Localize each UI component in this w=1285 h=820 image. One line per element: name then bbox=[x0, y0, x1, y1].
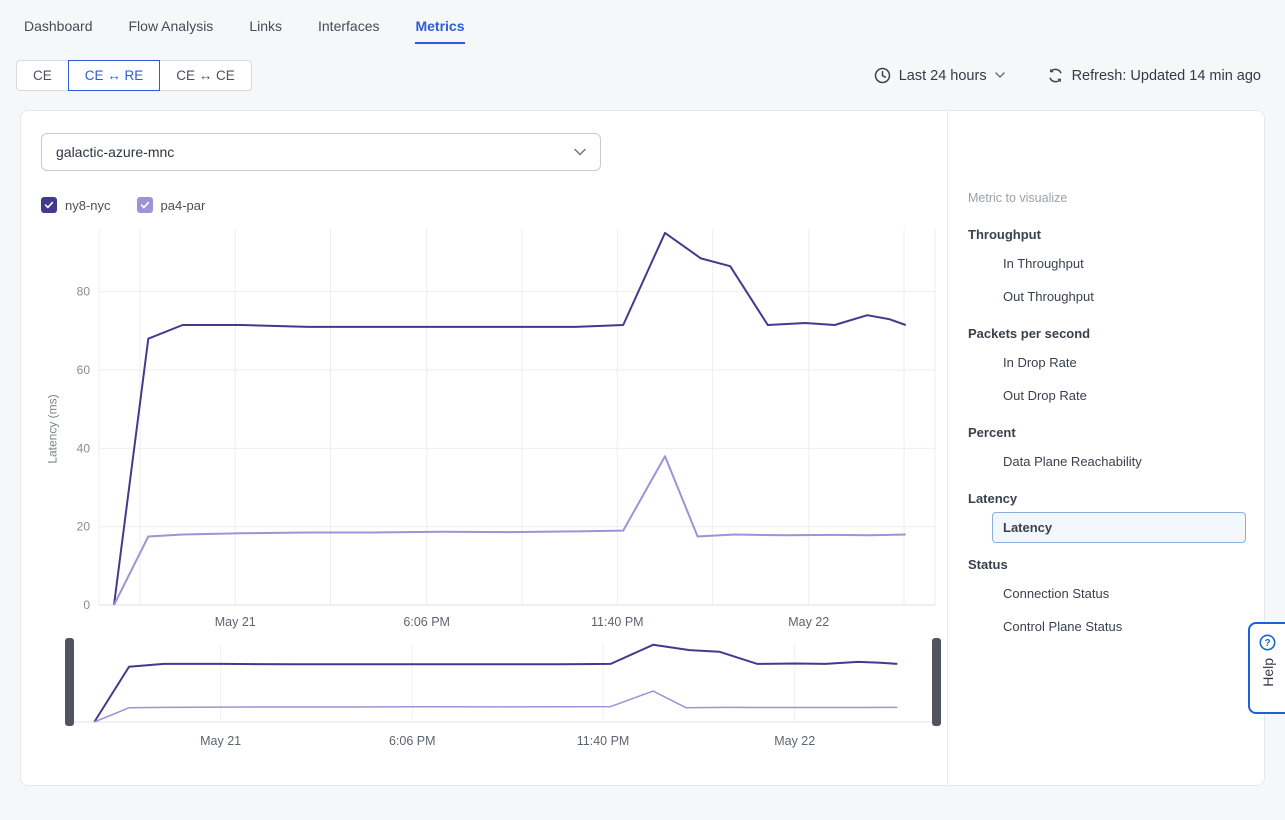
refresh-icon bbox=[1047, 67, 1064, 84]
metric-item-latency[interactable]: Latency bbox=[992, 512, 1246, 543]
help-icon: ? bbox=[1259, 634, 1276, 651]
legend-item-ny8-nyc[interactable]: ny8-nyc bbox=[41, 197, 111, 213]
metric-group-header: Packets per second bbox=[968, 326, 1246, 341]
metric-group-throughput: Throughput In ThroughputOut Throughput bbox=[968, 227, 1246, 312]
svg-text:11:40 PM: 11:40 PM bbox=[577, 734, 630, 748]
metric-item-control-plane-status[interactable]: Control Plane Status bbox=[992, 611, 1246, 642]
svg-text:?: ? bbox=[1264, 638, 1270, 649]
nav-item-interfaces[interactable]: Interfaces bbox=[318, 18, 379, 44]
metric-item-in-drop-rate[interactable]: In Drop Rate bbox=[992, 347, 1246, 378]
brush-handle-left[interactable] bbox=[65, 638, 74, 726]
top-nav: Dashboard Flow Analysis Links Interfaces Met… bbox=[0, 0, 1285, 44]
toolbar-right: Last 24 hours Refresh: Updated 14 min ag… bbox=[874, 67, 1261, 84]
nav-item-flow-analysis[interactable]: Flow Analysis bbox=[129, 18, 214, 44]
series-pa4-par bbox=[114, 456, 906, 605]
legend-item-pa4-par[interactable]: pa4-par bbox=[137, 197, 206, 213]
svg-text:60: 60 bbox=[77, 363, 91, 377]
svg-text:6:06 PM: 6:06 PM bbox=[389, 734, 436, 748]
metric-group-header: Latency bbox=[968, 491, 1246, 506]
y-axis-label: Latency (ms) bbox=[41, 221, 65, 636]
chevron-down-icon bbox=[995, 72, 1005, 79]
brush-container: May 21 6:06 PM 11:40 PM May 22 bbox=[65, 638, 947, 755]
metrics-card: galactic-azure-mnc ny8-nyc pa4-par Latenc… bbox=[20, 110, 1265, 786]
metric-item-out-drop-rate[interactable]: Out Drop Rate bbox=[992, 380, 1246, 411]
nav-item-metrics[interactable]: Metrics bbox=[415, 18, 464, 44]
help-label: Help bbox=[1260, 658, 1276, 687]
series-ny8-nyc bbox=[114, 233, 906, 605]
connector-select[interactable]: galactic-azure-mnc bbox=[41, 133, 601, 171]
segment-ce[interactable]: CE bbox=[16, 60, 69, 91]
page: Dashboard Flow Analysis Links Interfaces Met… bbox=[0, 0, 1285, 786]
time-range-label: Last 24 hours bbox=[899, 68, 987, 84]
svg-text:11:40 PM: 11:40 PM bbox=[591, 615, 644, 629]
segment-ce-re[interactable]: CE ↔ RE bbox=[68, 60, 161, 91]
clock-icon bbox=[874, 67, 891, 84]
metric-item-data-plane-reachability[interactable]: Data Plane Reachability bbox=[992, 446, 1246, 477]
refresh-control[interactable]: Refresh: Updated 14 min ago bbox=[1047, 67, 1261, 84]
legend-label: pa4-par bbox=[161, 198, 206, 213]
chart-panel: galactic-azure-mnc ny8-nyc pa4-par Latenc… bbox=[21, 111, 948, 785]
toolbar: CECE ↔ RECE ↔ CE Last 24 hours bbox=[0, 44, 1285, 91]
metric-group-latency: Latency Latency bbox=[968, 491, 1246, 543]
metric-item-in-throughput[interactable]: In Throughput bbox=[992, 248, 1246, 279]
segment-ce-ce[interactable]: CE ↔ CE bbox=[159, 60, 252, 91]
metric-group-percent: Percent Data Plane Reachability bbox=[968, 425, 1246, 477]
refresh-label: Refresh: Updated 14 min ago bbox=[1072, 68, 1261, 84]
svg-text:0: 0 bbox=[83, 598, 90, 612]
nav-item-dashboard[interactable]: Dashboard bbox=[24, 18, 93, 44]
metric-item-connection-status[interactable]: Connection Status bbox=[992, 578, 1246, 609]
help-tab[interactable]: ? Help bbox=[1248, 622, 1285, 714]
connection-type-segmented: CECE ↔ RECE ↔ CE bbox=[16, 60, 252, 91]
time-range-selector[interactable]: Last 24 hours bbox=[874, 67, 1005, 84]
svg-text:80: 80 bbox=[77, 285, 91, 299]
svg-text:May 21: May 21 bbox=[200, 734, 241, 748]
nav-item-links[interactable]: Links bbox=[249, 18, 282, 44]
connector-select-value: galactic-azure-mnc bbox=[56, 144, 174, 160]
metric-groups: Throughput In ThroughputOut Throughput Pac… bbox=[968, 227, 1246, 642]
y-axis-label-text: Latency (ms) bbox=[46, 394, 60, 463]
metric-group-packets-per-second: Packets per second In Drop RateOut Drop R… bbox=[968, 326, 1246, 411]
svg-text:May 21: May 21 bbox=[215, 615, 256, 629]
latency-chart-container: Latency (ms) 0 20 40 60 80 May 21 6:06 PM 11:40… bbox=[41, 221, 947, 636]
metric-group-header: Percent bbox=[968, 425, 1246, 440]
metric-item-out-throughput[interactable]: Out Throughput bbox=[992, 281, 1246, 312]
svg-text:40: 40 bbox=[77, 441, 91, 455]
checkbox-ny8-nyc[interactable] bbox=[41, 197, 57, 213]
latency-chart[interactable]: 0 20 40 60 80 May 21 6:06 PM 11:40 PM May 22 bbox=[65, 221, 941, 636]
metric-group-header: Status bbox=[968, 557, 1246, 572]
brush-series-ny8-nyc bbox=[94, 645, 897, 722]
brush-handle-right[interactable] bbox=[932, 638, 941, 726]
checkbox-pa4-par[interactable] bbox=[137, 197, 153, 213]
brush-series-pa4-par bbox=[94, 691, 897, 722]
metric-group-status: Status Connection StatusControl Plane Sta… bbox=[968, 557, 1246, 642]
svg-text:20: 20 bbox=[77, 520, 91, 534]
metric-group-header: Throughput bbox=[968, 227, 1246, 242]
svg-text:6:06 PM: 6:06 PM bbox=[403, 615, 450, 629]
chevron-down-icon bbox=[574, 148, 586, 156]
metric-sidebar-title: Metric to visualize bbox=[968, 191, 1246, 205]
svg-text:May 22: May 22 bbox=[788, 615, 829, 629]
brush-chart[interactable]: May 21 6:06 PM 11:40 PM May 22 bbox=[65, 638, 941, 750]
legend-label: ny8-nyc bbox=[65, 198, 111, 213]
svg-text:May 22: May 22 bbox=[774, 734, 815, 748]
metric-sidebar: Metric to visualize Throughput In Through… bbox=[948, 111, 1264, 785]
series-legend: ny8-nyc pa4-par bbox=[41, 197, 947, 213]
